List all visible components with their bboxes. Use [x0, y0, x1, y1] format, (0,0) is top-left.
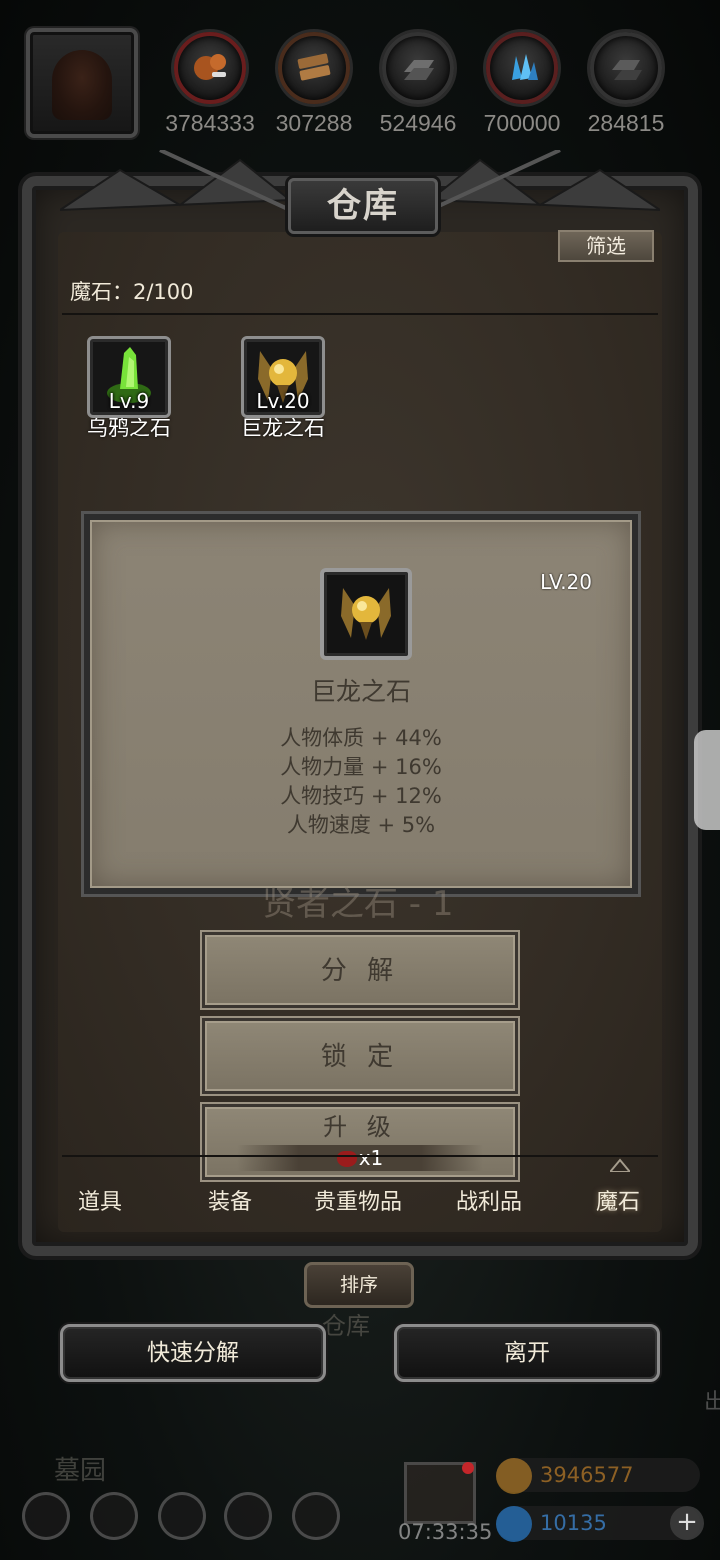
- hooded-figure-icon: [52, 50, 112, 120]
- stat-speed: 人物速度 + 5%: [286, 813, 436, 837]
- stat-strength: 人物力量 + 16%: [280, 755, 442, 779]
- iron-amount: 524946: [379, 110, 457, 136]
- tab-spoils[interactable]: 战利品: [456, 1184, 522, 1216]
- stat-technique: 人物技巧 + 12%: [280, 784, 442, 808]
- stat-list: 人物体质 + 44% 人物力量 + 16% 人物技巧 + 12% 人物速度 + …: [90, 724, 632, 840]
- upgrade-button[interactable]: 升 级 x1: [202, 1104, 518, 1180]
- decompose-label: 分 解: [320, 956, 400, 986]
- stone-ingot-icon: [612, 60, 642, 80]
- tab-items[interactable]: 道具: [78, 1184, 122, 1216]
- meat-amount: 3784333: [165, 110, 255, 136]
- resource-bar: 3784333 307288 524946 700000 284815: [160, 32, 680, 142]
- resource-meat[interactable]: 3784333: [160, 32, 260, 137]
- mail-icon[interactable]: [224, 1492, 272, 1540]
- gold-coin-icon: [496, 1458, 532, 1494]
- item-level: Lv.20: [256, 389, 310, 413]
- equipment-icon[interactable]: [292, 1492, 340, 1540]
- player-avatar[interactable]: [26, 28, 138, 138]
- settings-icon[interactable]: [22, 1492, 70, 1540]
- active-tab-marker-icon: [610, 1158, 630, 1172]
- item-slot-crow-stone[interactable]: Lv.9 乌鸦之石: [64, 336, 194, 442]
- side-drawer-handle[interactable]: [694, 730, 720, 830]
- warehouse-title: 仓库: [288, 178, 438, 234]
- faded-warehouse-label: 仓库: [322, 1312, 370, 1340]
- tab-equipment[interactable]: 装备: [208, 1184, 252, 1216]
- decompose-button[interactable]: 分 解: [202, 932, 518, 1008]
- add-currency-button[interactable]: +: [670, 1506, 704, 1540]
- sort-button[interactable]: 排序: [304, 1262, 414, 1308]
- meat-icon: [194, 54, 226, 80]
- crystal-icon: [512, 54, 538, 80]
- stone-amount: 284815: [587, 110, 665, 136]
- leave-button[interactable]: 离开: [394, 1324, 660, 1382]
- stat-constitution: 人物体质 + 44%: [280, 726, 442, 750]
- upgrade-label: 升 级: [323, 1113, 397, 1141]
- crystal-amount: 700000: [483, 110, 561, 136]
- category-tabs: 道具 装备 贵重物品 战利品 魔石: [40, 1184, 680, 1234]
- divider: [62, 1155, 658, 1157]
- wood-amount: 307288: [275, 110, 353, 136]
- wood-icon: [297, 53, 331, 81]
- blue-gem-icon: [496, 1506, 532, 1542]
- tab-valuables[interactable]: 贵重物品: [314, 1184, 402, 1216]
- item-detail-card: LV.20 巨龙之石 人物体质 + 44% 人物力量 + 16% 人物技巧 + …: [84, 514, 638, 894]
- red-gem-icon: [336, 1151, 357, 1167]
- lock-button[interactable]: 锁 定: [202, 1018, 518, 1094]
- tab-magic-stones[interactable]: 魔石: [596, 1184, 640, 1216]
- detail-item-frame: [320, 568, 412, 660]
- filter-button[interactable]: 筛选: [558, 230, 654, 262]
- resource-crystal[interactable]: 700000: [472, 32, 572, 137]
- item-level: Lv.9: [108, 389, 150, 413]
- skill-icon[interactable]: [90, 1492, 138, 1540]
- lock-label: 锁 定: [320, 1042, 400, 1072]
- resource-wood[interactable]: 307288: [264, 32, 364, 137]
- upgrade-cost: x1: [237, 1145, 483, 1171]
- area-name: 墓园: [54, 1456, 107, 1486]
- upgrade-cost-amount: x1: [358, 1146, 384, 1170]
- item-slot-dragon-stone[interactable]: Lv.20 巨龙之石: [218, 336, 348, 442]
- resource-iron[interactable]: 524946: [368, 32, 468, 137]
- gold-bar: 3946577: [496, 1458, 700, 1494]
- iron-ingot-icon: [404, 60, 434, 80]
- resource-stone[interactable]: 284815: [576, 32, 676, 137]
- gold-amount: 3946577: [540, 1463, 634, 1487]
- dragon-stone-icon: [341, 588, 391, 640]
- magic-stone-count: 魔石：2/100: [70, 280, 194, 304]
- detail-item-name: 巨龙之石: [310, 677, 411, 706]
- background-item-text: 贤者之石 - 1: [262, 884, 454, 924]
- clock: 07:33:35: [398, 1520, 493, 1544]
- gem-amount: 10135: [540, 1511, 607, 1535]
- map-icon[interactable]: [158, 1492, 206, 1540]
- quick-decompose-button[interactable]: 快速分解: [60, 1324, 326, 1382]
- notification-dot: [462, 1462, 474, 1474]
- detail-level: LV.20: [540, 570, 592, 594]
- divider: [62, 313, 658, 315]
- side-label: 出: [704, 1390, 720, 1415]
